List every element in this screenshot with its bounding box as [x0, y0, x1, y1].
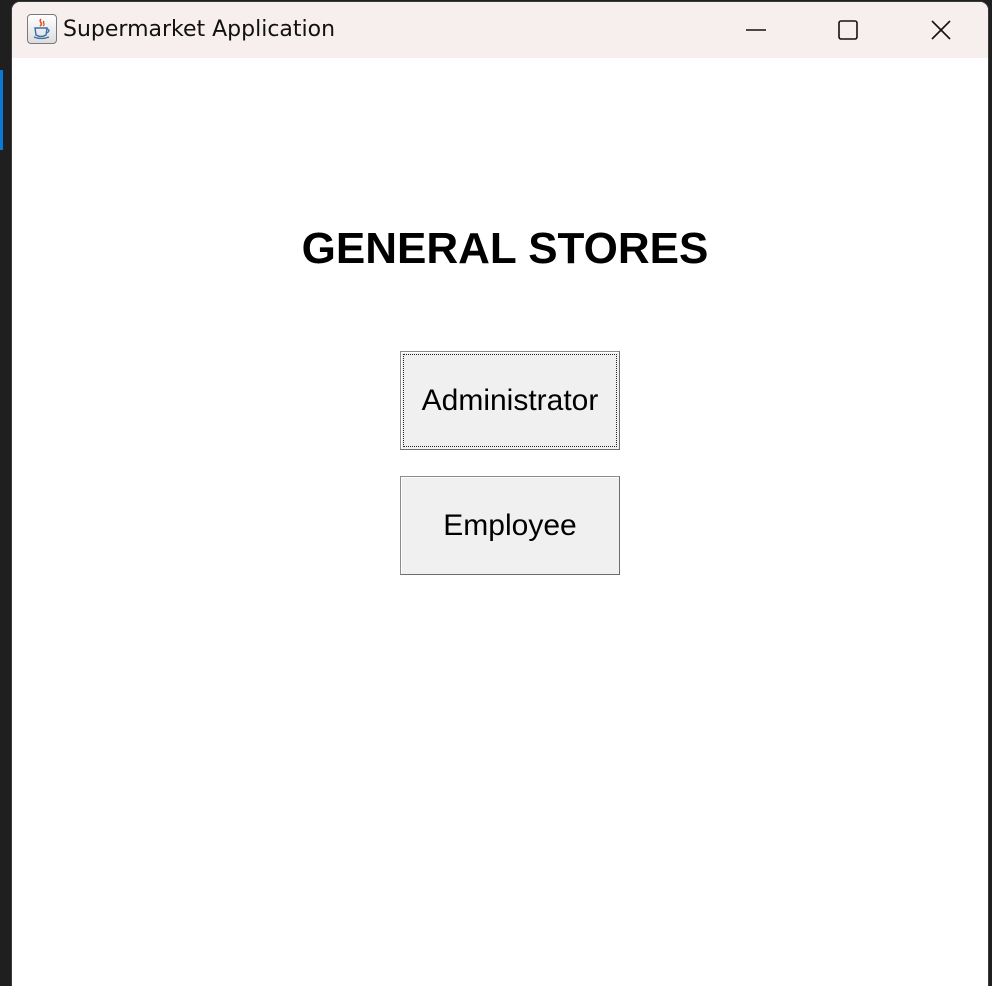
minimize-icon	[746, 29, 766, 31]
title-bar[interactable]: Supermarket Application	[12, 2, 988, 58]
store-heading: GENERAL STORES	[301, 224, 709, 273]
window-title: Supermarket Application	[63, 17, 336, 42]
taskbar-accent-indicator	[0, 70, 3, 150]
java-coffee-cup-icon[interactable]	[27, 14, 57, 44]
maximize-button[interactable]	[802, 2, 894, 58]
employee-button[interactable]: Employee	[400, 476, 620, 575]
application-window: Supermarket Application GENERAL STORES A…	[12, 2, 988, 986]
maximize-icon	[838, 20, 858, 40]
minimize-button[interactable]	[710, 2, 802, 58]
administrator-button[interactable]: Administrator	[400, 351, 620, 450]
close-button[interactable]	[894, 2, 988, 58]
close-icon	[931, 20, 951, 40]
main-panel: GENERAL STORES Administrator Employee	[12, 58, 988, 986]
